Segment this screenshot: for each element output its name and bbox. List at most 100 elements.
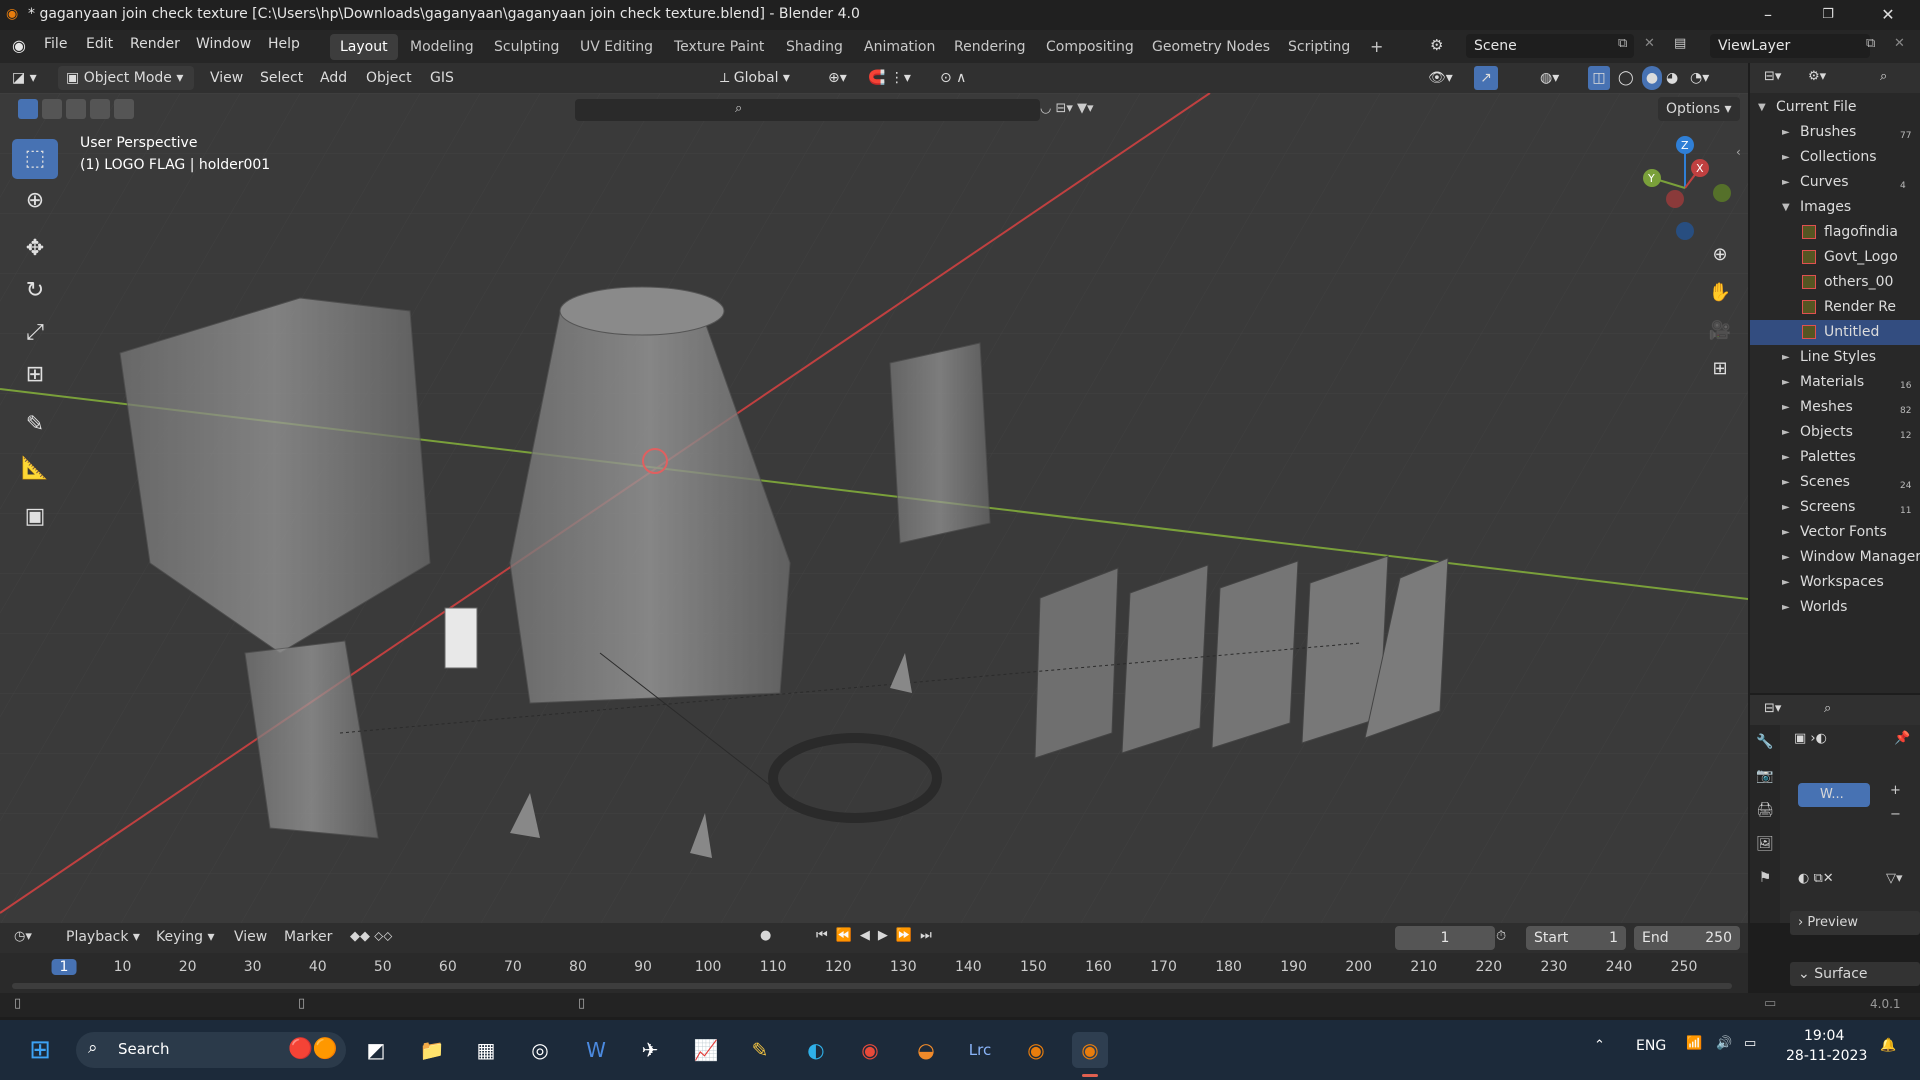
move-tool-icon[interactable]: ✥ — [12, 229, 58, 269]
delete-view-layer-icon[interactable]: ✕ — [1894, 36, 1905, 51]
menu-view[interactable]: View — [210, 66, 243, 90]
outliner-item[interactable]: ► Screens 11 — [1750, 495, 1920, 520]
outliner-item[interactable]: ► Line Styles — [1750, 345, 1920, 370]
outliner-item[interactable]: Render Re — [1750, 295, 1920, 320]
close-button[interactable]: ✕ — [1866, 2, 1910, 28]
expand-right-icon[interactable]: ► — [1782, 470, 1790, 495]
gizmo-neg-y[interactable] — [1713, 184, 1731, 202]
expand-right-icon[interactable]: ► — [1782, 445, 1790, 470]
expand-right-icon[interactable]: ► — [1782, 595, 1790, 620]
explorer-icon[interactable]: 📁 — [414, 1032, 450, 1068]
blender-icon[interactable]: ◉ — [1018, 1032, 1054, 1068]
menu-render[interactable]: Render — [130, 36, 180, 52]
xray-toggle-icon[interactable]: ◫ — [1588, 66, 1610, 90]
outliner-item[interactable]: ► Worlds — [1750, 595, 1920, 620]
app-icon[interactable]: ✈ — [632, 1032, 668, 1068]
windows-start-icon[interactable]: ⊞ — [22, 1032, 58, 1068]
add-workspace-button[interactable]: + — [1360, 34, 1393, 60]
cursor-tool-icon[interactable]: ⊕ — [12, 181, 58, 221]
gizmo-toggle-icon[interactable]: ↗ — [1474, 66, 1498, 90]
surface-panel[interactable]: ⌄ Surface — [1790, 962, 1920, 986]
filter-dropdown-icon[interactable]: ◡ ⊟▾ ▼▾ — [1040, 101, 1094, 116]
lightroom-icon[interactable]: Lrc — [962, 1032, 998, 1068]
properties-editor-icon[interactable]: ⊟▾ — [1764, 701, 1781, 716]
scene-selector-icon[interactable]: ⚙ — [1430, 36, 1443, 54]
camera-view-icon[interactable]: 🎥 — [1704, 315, 1736, 347]
outliner-root-current-file[interactable]: ▼ Current File — [1750, 95, 1920, 120]
minimize-button[interactable]: – — [1746, 2, 1790, 28]
tray-overflow-icon[interactable]: ⌃ — [1594, 1038, 1605, 1053]
language-indicator[interactable]: ENG — [1636, 1038, 1666, 1054]
timeline-editor-icon[interactable]: ◷▾ — [14, 929, 32, 944]
expand-right-icon[interactable]: ► — [1782, 570, 1790, 595]
stocks-icon[interactable]: 📈 — [688, 1032, 724, 1068]
frame-ruler[interactable]: 1 10 20 30 40 50 60 70 80 90 100 110 120 130 140 150 160… — [0, 957, 1748, 979]
pivot-point-icon[interactable]: ⊕▾ — [828, 66, 847, 90]
outliner-item[interactable]: ► Brushes 77 — [1750, 120, 1920, 145]
shading-wireframe-icon[interactable]: ◯ — [1618, 66, 1634, 90]
select-box-tool-icon[interactable]: ⬚ — [12, 139, 58, 179]
delete-scene-icon[interactable]: ✕ — [1644, 36, 1655, 51]
preview-panel[interactable]: › Preview — [1790, 911, 1920, 935]
tab-layout[interactable]: Layout — [330, 34, 398, 60]
expand-right-icon[interactable]: ► — [1782, 420, 1790, 445]
clock-time[interactable]: 19:04 — [1804, 1028, 1844, 1044]
pan-hand-icon[interactable]: ✋ — [1704, 277, 1736, 309]
view-layer-tab-icon[interactable]: 🖼 — [1750, 827, 1780, 861]
new-view-layer-icon[interactable]: ⧉ — [1866, 36, 1875, 51]
word-icon[interactable]: W — [578, 1032, 614, 1068]
tab-scripting[interactable]: Scripting — [1278, 34, 1360, 60]
view-layer-field[interactable]: ViewLayer — [1710, 34, 1870, 58]
navigation-gizmo[interactable]: Z X Y — [1630, 133, 1740, 243]
outliner-item[interactable]: ► Workspaces — [1750, 570, 1920, 595]
outliner-item[interactable]: ► Curves 4 — [1750, 170, 1920, 195]
timeline-scrollbar[interactable] — [12, 983, 1732, 989]
select-extend-icon[interactable] — [42, 99, 62, 119]
properties-search-icon[interactable]: ⌕ — [1824, 701, 1831, 716]
transform-tool-icon[interactable]: ⊞ — [12, 355, 58, 395]
widgets-icon[interactable]: ◩ — [358, 1032, 394, 1068]
expand-right-icon[interactable]: ► — [1782, 145, 1790, 170]
volume-icon[interactable]: 🔊 — [1716, 1036, 1732, 1051]
notes-icon[interactable]: ✎ — [742, 1032, 778, 1068]
tab-shading[interactable]: Shading — [776, 34, 853, 60]
scene-tab-icon[interactable]: ⚑ — [1750, 861, 1780, 895]
scale-tool-icon[interactable]: ⤢ — [12, 313, 58, 353]
remove-slot-button[interactable]: − — [1890, 807, 1901, 822]
expand-right-icon[interactable]: ► — [1782, 170, 1790, 195]
world-slot[interactable]: W... — [1798, 783, 1870, 807]
menu-file[interactable]: File — [44, 36, 67, 52]
tab-texture-paint[interactable]: Texture Paint — [664, 34, 774, 60]
outliner-item[interactable]: ► Vector Fonts — [1750, 520, 1920, 545]
overlay-toggle-icon[interactable]: ◍▾ — [1540, 66, 1559, 90]
obs-icon[interactable]: ◎ — [522, 1032, 558, 1068]
blender-active-icon[interactable]: ◉ — [1072, 1032, 1108, 1068]
menu-keying[interactable]: Keying ▾ — [156, 929, 215, 945]
expand-right-icon[interactable]: ► — [1782, 545, 1790, 570]
filter-icon[interactable]: ⚙▾ — [1808, 69, 1826, 84]
expand-right-icon[interactable]: ► — [1782, 370, 1790, 395]
playhead-frame-marker[interactable]: 1 — [51, 959, 77, 975]
select-intersect-icon[interactable] — [114, 99, 134, 119]
outliner-item[interactable]: Govt_Logo — [1750, 245, 1920, 270]
start-frame-field[interactable]: Start 1 — [1526, 926, 1626, 950]
tool-tab-icon[interactable]: 🔧 — [1750, 725, 1780, 759]
outliner-item[interactable]: ▼ Images — [1750, 195, 1920, 220]
output-tab-icon[interactable]: 🖨 — [1750, 793, 1780, 827]
3d-viewport[interactable]: User Perspective (1) LOGO FLAG | holder0… — [0, 93, 1748, 923]
snap-icon[interactable]: 🧲 ⋮▾ — [868, 66, 911, 90]
gizmo-neg-x[interactable] — [1666, 190, 1684, 208]
world-sphere-icon[interactable]: ◐ ⧉✕ — [1798, 871, 1834, 886]
world-filter-icon[interactable]: ▽▾ — [1886, 871, 1903, 886]
shading-material-icon[interactable]: ◕ — [1666, 66, 1678, 90]
outliner-item[interactable]: ► Objects 12 — [1750, 420, 1920, 445]
preview-range-icon[interactable]: ⏱ — [1496, 929, 1506, 944]
transform-orientation-dropdown[interactable]: ⟂ Global ▾ — [720, 66, 790, 90]
annotate-tool-icon[interactable]: ✎ — [12, 405, 58, 445]
proportional-edit-icon[interactable]: ⊙ ∧ — [940, 66, 966, 90]
taskbar-search[interactable]: ⌕ Search 🔴🟠 — [76, 1032, 346, 1068]
record-icon[interactable]: ● — [760, 928, 771, 943]
tab-sculpting[interactable]: Sculpting — [484, 34, 569, 60]
chrome-icon[interactable]: ◉ — [852, 1032, 888, 1068]
editor-type-icon[interactable]: ◪ ▾ — [12, 66, 37, 90]
